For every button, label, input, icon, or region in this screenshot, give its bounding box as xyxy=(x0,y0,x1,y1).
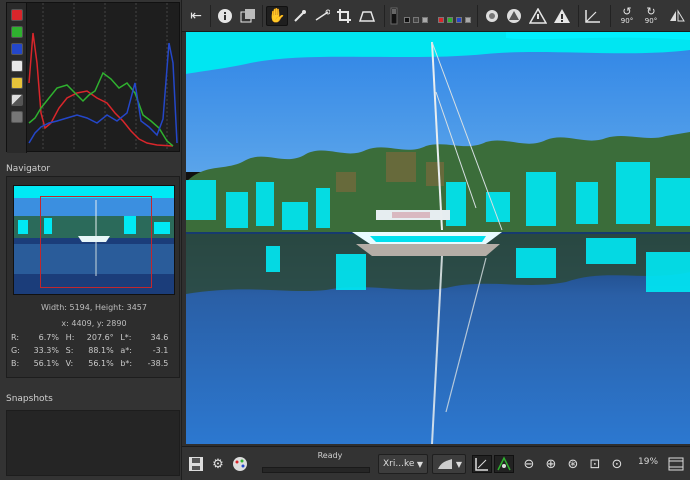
chevron-down-icon: ▼ xyxy=(416,459,423,469)
straighten-icon[interactable] xyxy=(312,6,332,26)
crop-icon[interactable] xyxy=(334,6,354,26)
save-icon[interactable] xyxy=(186,455,206,473)
info-icon[interactable] xyxy=(215,6,235,26)
histogram-green-curve xyxy=(28,71,174,147)
clip-highlight-icon[interactable] xyxy=(528,6,548,26)
zoom-in-icon[interactable]: ⊕ xyxy=(542,455,560,473)
value-label: V: xyxy=(65,359,74,368)
value-label: G: xyxy=(11,346,20,355)
navigator-viewport-frame[interactable] xyxy=(40,196,152,288)
background-swatch[interactable] xyxy=(422,17,428,23)
value-label: B: xyxy=(11,359,20,368)
navigator-panel: Width: 5194, Height: 3457 x: 4409, y: 28… xyxy=(6,176,180,378)
histogram-toolbar xyxy=(7,3,27,153)
histogram-chart xyxy=(28,3,178,151)
app-window: Navigator Width: 5194, Height: 3457 x: 4… xyxy=(0,0,690,480)
status-text: Ready xyxy=(317,451,343,460)
raw-icon[interactable] xyxy=(11,94,23,106)
luminance-icon[interactable] xyxy=(11,60,23,72)
value: 207.6° xyxy=(86,333,114,342)
rotate-right-label: 90° xyxy=(644,17,658,25)
histogram-blue-curve xyxy=(28,42,178,144)
toolbar-separator xyxy=(610,5,611,27)
bar-icon[interactable] xyxy=(11,111,23,123)
output-profile-value: Xri...ke xyxy=(383,459,415,469)
preview-green-swatch[interactable] xyxy=(447,17,453,23)
toolbar-separator xyxy=(578,5,579,27)
value: -3.1 xyxy=(152,346,169,355)
bottom-toolbar: ⚙ Ready Xri...ke ▼ ▼ ⊖ ⊕ ⊛ ⊡ ⊙ 19% xyxy=(182,446,690,480)
toolbar-separator xyxy=(384,5,385,27)
value-label: R: xyxy=(11,333,20,342)
pixel-values-row: B: 56.1% V: 56.1% b*: -38.5 xyxy=(11,357,175,370)
toolbar-separator xyxy=(210,5,211,27)
preview-luminance-swatch[interactable] xyxy=(465,17,471,23)
rotate-right-icon[interactable]: ↻ 90° xyxy=(640,6,662,26)
value-label: b*: xyxy=(120,359,133,368)
navigator-title: Navigator xyxy=(6,164,51,174)
value: 34.6 xyxy=(150,333,169,342)
value-label: a*: xyxy=(120,346,132,355)
zoom-fit-icon[interactable]: ⊛ xyxy=(564,455,582,473)
snapshots-title: Snapshots xyxy=(6,394,53,404)
chevron-down-icon: ▼ xyxy=(455,459,462,469)
value-label: H: xyxy=(65,333,75,342)
rotate-left-icon[interactable]: ↺ 90° xyxy=(616,6,638,26)
external-editor-icon[interactable] xyxy=(230,455,250,473)
zoom-100-icon[interactable]: ⊙ xyxy=(608,455,626,473)
value: -38.5 xyxy=(147,359,169,368)
top-toolbar: ⇤ ✋ ↺ 90° ↻ 90° xyxy=(182,0,690,32)
preview-blue-swatch[interactable] xyxy=(456,17,462,23)
intent-select[interactable]: ▼ xyxy=(432,454,466,474)
pixel-values-row: R: 6.7% H: 207.6° L*: 34.6 xyxy=(11,331,175,344)
warning-filled-icon[interactable] xyxy=(552,6,572,26)
background-icon[interactable] xyxy=(388,6,400,26)
warning-icon[interactable] xyxy=(582,6,604,26)
clip-shadow-icon[interactable] xyxy=(504,6,524,26)
zoom-level: 19% xyxy=(638,457,659,467)
toolbar-separator xyxy=(262,5,263,27)
hand-icon[interactable]: ✋ xyxy=(266,6,288,26)
queue-icon[interactable]: ⚙ xyxy=(208,455,228,473)
color-picker-icon[interactable] xyxy=(290,6,310,26)
progress-bar xyxy=(262,467,370,473)
focus-mask-icon[interactable] xyxy=(482,6,502,26)
value: 56.1% xyxy=(33,359,59,368)
background-swatch[interactable] xyxy=(413,17,419,23)
cursor-coordinates: x: 4409, y: 2890 xyxy=(61,319,127,328)
value: 88.1% xyxy=(88,346,114,355)
background-swatch[interactable] xyxy=(404,17,410,23)
zoom-fit-crop-icon[interactable]: ⊡ xyxy=(586,455,604,473)
softproof-icon[interactable] xyxy=(472,455,492,473)
pixel-values-table: R: 6.7% H: 207.6° L*: 34.6 G: 33.3% S: 88.1% … xyxy=(11,331,175,370)
red-channel-icon[interactable] xyxy=(11,9,23,21)
value: 33.3% xyxy=(33,346,59,355)
compare-icon[interactable] xyxy=(238,6,258,26)
pixel-values-row: G: 33.3% S: 88.1% a*: -3.1 xyxy=(11,344,175,357)
preview-red-swatch[interactable] xyxy=(438,17,444,23)
flip-icon[interactable] xyxy=(666,6,688,26)
gamut-warning-icon[interactable] xyxy=(494,455,514,473)
chroma-icon[interactable] xyxy=(11,77,23,89)
green-channel-icon[interactable] xyxy=(11,26,23,38)
zoom-out-icon[interactable]: ⊖ xyxy=(520,455,538,473)
output-profile-select[interactable]: Xri...ke ▼ xyxy=(378,454,428,474)
value: 6.7% xyxy=(38,333,59,342)
toolbar-separator xyxy=(477,5,478,27)
filmstrip-icon[interactable] xyxy=(666,455,686,473)
value: 56.1% xyxy=(88,359,114,368)
perspective-icon[interactable] xyxy=(356,6,378,26)
histogram-panel xyxy=(6,2,180,153)
intent-icon xyxy=(438,459,452,469)
image-dimensions: Width: 5194, Height: 3457 xyxy=(41,303,147,312)
left-panel: Navigator Width: 5194, Height: 3457 x: 4… xyxy=(0,0,182,480)
value-label: S: xyxy=(65,346,74,355)
blue-channel-icon[interactable] xyxy=(11,43,23,55)
rotate-left-label: 90° xyxy=(620,17,634,25)
collapse-left-icon[interactable]: ⇤ xyxy=(186,6,206,26)
navigator-thumbnail[interactable] xyxy=(13,185,175,295)
value-label: L*: xyxy=(120,333,132,342)
image-preview[interactable] xyxy=(186,32,690,444)
snapshots-list[interactable] xyxy=(6,410,180,476)
